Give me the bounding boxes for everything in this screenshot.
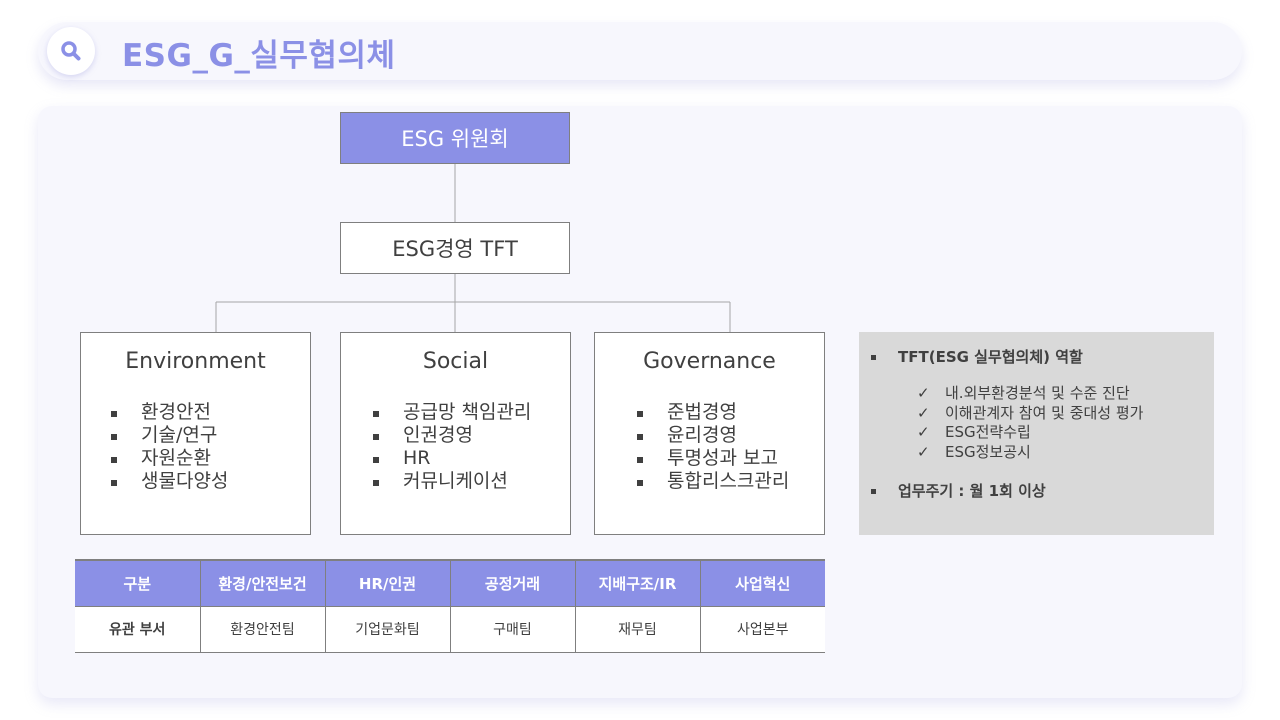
square-bullet-icon: [871, 489, 876, 494]
table-cell: 기업문화팀: [324, 605, 451, 653]
square-bullet-icon: [637, 480, 643, 486]
square-bullet-icon: [373, 457, 379, 463]
square-bullet-icon: [111, 434, 117, 440]
table-header-row: 구분 환경/안전보건 HR/인권 공정거래 지배구조/IR 사업혁신: [75, 559, 825, 607]
list-item: HR: [373, 447, 531, 470]
pillar-title: Social: [422, 349, 489, 374]
work-cycle: 업무주기 : 월 1회 이상: [871, 480, 1046, 501]
square-bullet-icon: [637, 411, 643, 417]
slide: ESG_G_실무협의체 ESG 위원회 ESG경영 TFT Environmen…: [0, 0, 1280, 720]
table-cell: 구매팀: [449, 605, 576, 653]
square-bullet-icon: [111, 480, 117, 486]
list-item: 자원순환: [111, 447, 228, 470]
pillar-title: Environment: [125, 349, 266, 374]
list-item: 인권경영: [373, 424, 531, 447]
table-cell: 사업본부: [699, 605, 825, 653]
square-bullet-icon: [373, 480, 379, 486]
list-item: 기술/연구: [111, 424, 228, 447]
column-header: 환경/안전보건: [199, 559, 326, 607]
pillar-list: 준법경영 윤리경영 투명성과 보고 통합리스크관리: [637, 401, 789, 493]
list-item: ✓ 이해관계자 참여 및 중대성 평가: [917, 403, 1144, 422]
table-cell: 재무팀: [574, 605, 701, 653]
column-header: 사업혁신: [699, 559, 825, 607]
list-item: 투명성과 보고: [637, 447, 789, 470]
square-bullet-icon: [637, 457, 643, 463]
column-header: 공정거래: [449, 559, 576, 607]
list-item: 준법경영: [637, 401, 789, 424]
esg-tft-label: ESG경영 TFT: [392, 237, 518, 261]
column-header: HR/인권: [324, 559, 451, 607]
list-item: ✓ ESG정보공시: [917, 442, 1031, 461]
list-item: 공급망 책임관리: [373, 401, 531, 424]
square-bullet-icon: [111, 457, 117, 463]
check-icon: ✓: [917, 442, 930, 461]
list-item: 생물다양성: [111, 470, 228, 493]
pillar-list: 환경안전 기술/연구 자원순환 생물다양성: [111, 401, 228, 493]
list-item: ✓ ESG전략수립: [917, 423, 1031, 441]
square-bullet-icon: [373, 411, 379, 417]
check-icon: ✓: [917, 423, 930, 441]
check-icon: ✓: [917, 384, 930, 402]
tft-role-heading: TFT(ESG 실무협의체) 역할: [871, 346, 1083, 367]
table-cell: 환경안전팀: [199, 605, 326, 653]
table-cell: 유관 부서: [75, 605, 201, 653]
pillar-title: Governance: [643, 349, 776, 374]
square-bullet-icon: [871, 355, 876, 360]
square-bullet-icon: [373, 434, 379, 440]
column-header: 구분: [75, 559, 201, 607]
tft-role-panel: TFT(ESG 실무협의체) 역할 ✓ 내.외부환경분석 및 수준 진단 ✓ 이해관…: [859, 332, 1214, 535]
list-item: 윤리경영: [637, 424, 789, 447]
square-bullet-icon: [111, 411, 117, 417]
pillar-social: Social 공급망 책임관리 인권경영 HR 커뮤니케이션: [340, 332, 571, 535]
square-bullet-icon: [637, 434, 643, 440]
list-item: 환경안전: [111, 401, 228, 424]
pillar-environment: Environment 환경안전 기술/연구 자원순환 생물다양성: [80, 332, 311, 535]
list-item: 커뮤니케이션: [373, 470, 531, 493]
check-icon: ✓: [917, 403, 930, 422]
tft-role-list: ✓ 내.외부환경분석 및 수준 진단 ✓ 이해관계자 참여 및 중대성 평가 ✓ ES…: [917, 384, 1143, 462]
list-item: 통합리스크관리: [637, 470, 789, 493]
column-header: 지배구조/IR: [574, 559, 701, 607]
list-item: ✓ 내.외부환경분석 및 수준 진단: [917, 384, 1130, 402]
pillar-list: 공급망 책임관리 인권경영 HR 커뮤니케이션: [373, 401, 531, 493]
esg-tft-box: ESG경영 TFT: [340, 222, 570, 274]
pillar-governance: Governance 준법경영 윤리경영 투명성과 보고 통합리스크관리: [594, 332, 825, 535]
esg-committee-box: ESG 위원회: [340, 112, 570, 164]
esg-committee-label: ESG 위원회: [401, 127, 509, 151]
department-table: 구분 환경/안전보건 HR/인권 공정거래 지배구조/IR 사업혁신 유관 부서…: [75, 559, 825, 653]
table-row: 유관 부서 환경안전팀 기업문화팀 구매팀 재무팀 사업본부: [75, 605, 825, 653]
